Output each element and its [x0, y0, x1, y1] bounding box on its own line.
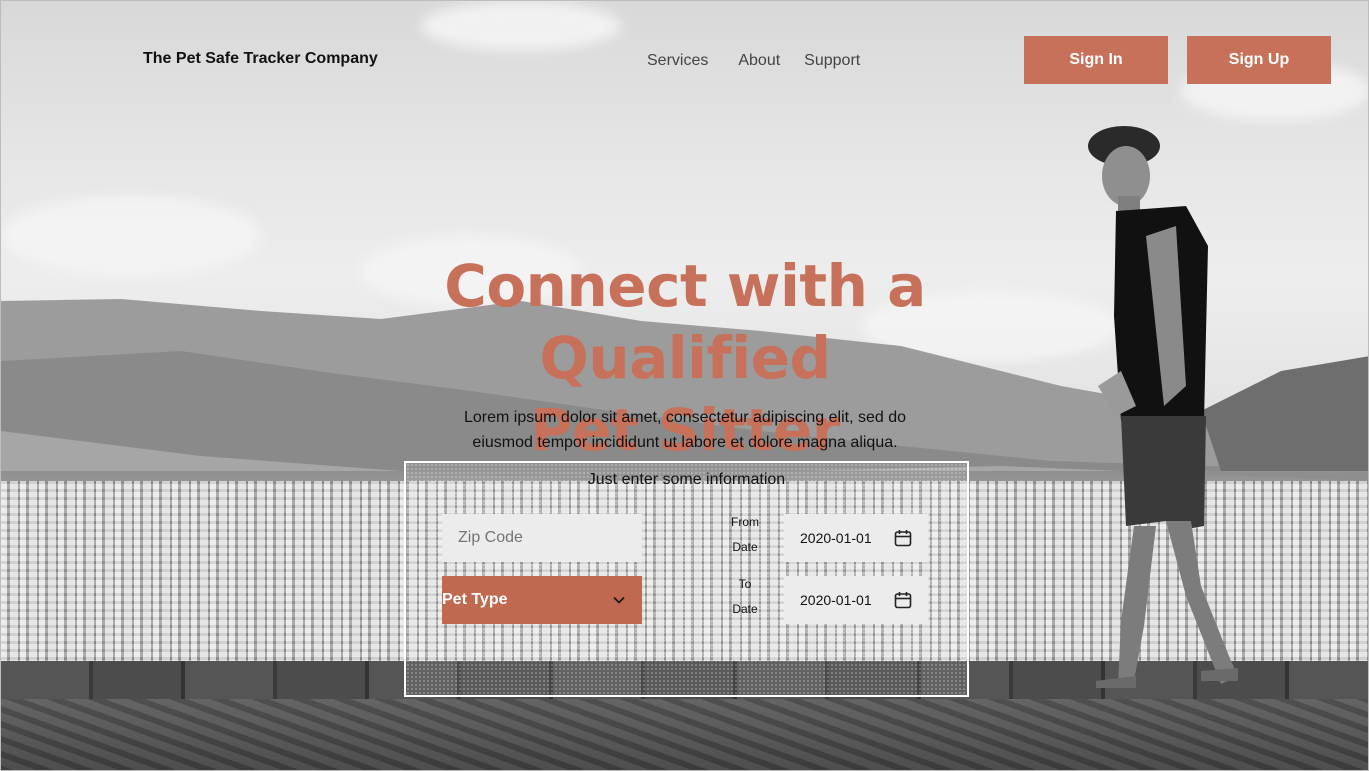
main-nav: Services About Support [647, 52, 860, 70]
pet-type-select[interactable]: Pet Type [442, 576, 642, 624]
to-date-value: 2020-01-01 [800, 592, 872, 608]
nav-about[interactable]: About [738, 52, 780, 70]
pet-type-label: Pet Type [442, 591, 508, 608]
chevron-down-icon [613, 596, 625, 604]
zip-code-input[interactable] [442, 514, 642, 562]
to-date-label: To Date [720, 572, 770, 622]
stone-wall [1, 699, 1368, 770]
nav-support[interactable]: Support [804, 52, 860, 70]
from-date-label: From Date [720, 510, 770, 560]
from-date-input[interactable]: 2020-01-01 [784, 514, 928, 562]
to-date-input[interactable]: 2020-01-01 [784, 576, 928, 624]
from-date-value: 2020-01-01 [800, 530, 872, 546]
from-date-label-line1: From [731, 515, 759, 529]
brand-name: The Pet Safe Tracker Company [143, 50, 378, 67]
to-date-label-line2: Date [732, 602, 758, 616]
form-title: Just enter some information [587, 471, 786, 488]
hero-subtitle-line1: Lorem ipsum dolor sit amet, consectetur … [464, 409, 906, 426]
sign-up-button[interactable]: Sign Up [1187, 36, 1331, 84]
nav-services[interactable]: Services [647, 52, 708, 70]
hero-subtitle-line2: eiusmod tempor incididunt ut labore et d… [472, 434, 898, 451]
from-date-label-line2: Date [732, 540, 758, 554]
search-form: Just enter some information Pet Type Fro… [404, 461, 969, 697]
sign-in-button[interactable]: Sign In [1024, 36, 1168, 84]
hero-subtitle: Lorem ipsum dolor sit amet, consectetur … [400, 405, 970, 455]
calendar-icon[interactable] [894, 591, 912, 609]
to-date-label-line1: To [738, 577, 752, 591]
hero-title-line1: Connect with a Qualified [444, 252, 926, 392]
calendar-icon[interactable] [894, 529, 912, 547]
